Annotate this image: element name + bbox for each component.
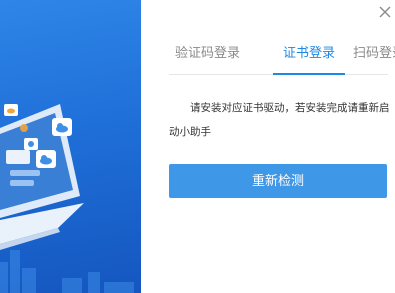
login-tabs: 验证码登录 证书登录 扫码登录 <box>169 44 395 75</box>
cloud-app-icon <box>52 118 72 136</box>
laptop-cloud-illustration <box>0 104 134 293</box>
illustration-panel <box>0 0 141 293</box>
tab-certificate-login[interactable]: 证书登录 <box>272 44 346 75</box>
close-icon[interactable] <box>377 4 393 20</box>
driver-install-message: 请安装对应证书驱动，若安装完成请重新启动小助手 <box>169 96 393 144</box>
cloud-app-icon <box>24 138 38 150</box>
tab-sms-code-login[interactable]: 验证码登录 <box>175 44 240 74</box>
login-panel: 验证码登录 证书登录 扫码登录 请安装对应证书驱动，若安装完成请重新启动小助手 … <box>141 0 395 293</box>
cloud-app-icon <box>4 104 18 116</box>
tab-qr-code-login[interactable]: 扫码登录 <box>353 44 395 74</box>
message-text: 请安装对应证书驱动，若安装完成请重新启动小助手 <box>169 102 390 138</box>
cloud-app-icon <box>36 150 56 168</box>
redetect-button[interactable]: 重新检测 <box>169 164 387 198</box>
